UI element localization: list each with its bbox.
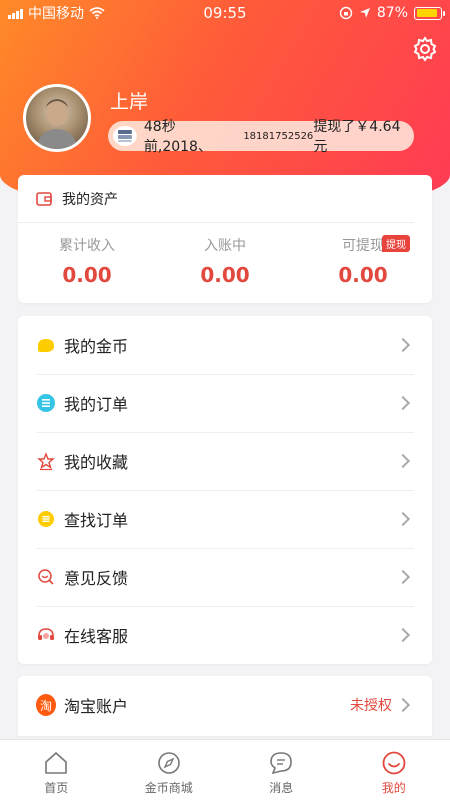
settings-gear-icon[interactable] (412, 36, 438, 62)
avatar-photo (36, 99, 78, 149)
menu-item-customer-service[interactable]: 在线客服 (18, 606, 432, 664)
wifi-icon (89, 7, 105, 19)
assets-card: 我的资产 累计收入 0.00 入账中 0.00 可提现 提现 0.00 (18, 175, 432, 303)
taobao-account-row[interactable]: 淘 淘宝账户 未授权 (18, 676, 432, 734)
carrier-label: 中国移动 (28, 6, 84, 22)
signal-icon (8, 7, 23, 19)
menu-item-label: 在线客服 (64, 627, 129, 646)
feedback-icon (36, 567, 56, 587)
chevron-right-icon (395, 511, 411, 527)
asset-withdrawable[interactable]: 可提现 提现 0.00 (294, 235, 432, 287)
card-stack-icon (112, 126, 137, 146)
asset-pending: 入账中 0.00 (156, 235, 294, 287)
clock: 09:55 (203, 4, 247, 22)
order-icon (36, 393, 56, 413)
menu-item-my-coins[interactable]: 我的金币 (18, 316, 432, 374)
message-icon (270, 752, 293, 775)
chevron-right-icon (395, 453, 411, 469)
withdraw-ticker: 48秒前,2018、 18181752526 提现了￥4.64元 (108, 119, 414, 155)
chevron-right-icon (395, 337, 411, 353)
asset-value: 0.00 (200, 263, 250, 287)
menu-item-find-order[interactable]: 查找订单 (18, 490, 432, 548)
taobao-auth-status: 未授权 (350, 698, 392, 714)
battery-level (416, 9, 437, 17)
smile-icon (382, 751, 406, 775)
chevron-right-icon (395, 627, 411, 643)
menu-item-my-favorites[interactable]: 我的收藏 (18, 432, 432, 490)
username: 上岸 (110, 91, 149, 113)
home-icon (45, 752, 68, 774)
menu-item-label: 查找订单 (64, 511, 129, 530)
battery-percent: 87% (376, 5, 408, 21)
menu-item-label: 意见反馈 (64, 569, 129, 588)
tab-label: 我的 (381, 781, 406, 795)
assets-title: 我的资产 (62, 191, 118, 208)
customer-service-icon (36, 625, 56, 645)
chevron-right-icon (395, 697, 411, 713)
avatar[interactable] (23, 84, 91, 152)
tab-mine[interactable]: 我的 (338, 740, 450, 800)
location-icon (359, 8, 370, 18)
asset-value: 0.00 (338, 263, 388, 287)
compass-icon (157, 752, 180, 774)
asset-label: 可提现 (342, 238, 384, 254)
wallet-icon (36, 191, 52, 206)
taobao-label: 淘宝账户 (64, 697, 129, 716)
taobao-icon: 淘 (36, 694, 56, 716)
menu-item-my-orders[interactable]: 我的订单 (18, 374, 432, 432)
tab-coin-mall[interactable]: 金币商城 (113, 740, 226, 800)
menu-item-feedback[interactable]: 意见反馈 (18, 548, 432, 606)
withdraw-badge[interactable]: 提现 (382, 235, 410, 252)
tab-label: 金币商城 (144, 781, 193, 795)
taobao-account-card: 淘 淘宝账户 未授权 (18, 676, 432, 736)
find-order-icon (36, 509, 56, 529)
status-bar: 中国移动 09:55 87% (0, 0, 450, 26)
taobao-icon-wrap: 淘 (36, 694, 56, 716)
battery-icon (414, 6, 445, 20)
ticker-prefix: 48秒前,2018、 (143, 119, 212, 155)
asset-label: 入账中 (204, 238, 246, 254)
menu-item-label: 我的金币 (64, 337, 129, 356)
menu-item-label: 我的收藏 (64, 453, 129, 472)
ticker-suffix: 提现了￥4.64元 (313, 119, 401, 155)
menu-item-label: 我的订单 (64, 395, 129, 414)
favorite-icon (36, 451, 56, 471)
asset-total-income: 累计收入 0.00 (18, 235, 156, 287)
ticker-phone: 18181752526 (243, 130, 314, 142)
bottom-tab-bar: 首页 金币商城 消息 我的 (0, 739, 450, 800)
menu-card: 我的金币 我的订单 我的收藏 查找订单 意见反馈 在线客服 (18, 316, 432, 664)
chevron-right-icon (395, 569, 411, 585)
coin-icon (36, 335, 56, 355)
tab-label: 消息 (269, 781, 294, 795)
tab-label: 首页 (44, 781, 69, 795)
tab-messages[interactable]: 消息 (225, 740, 338, 800)
tab-home[interactable]: 首页 (0, 740, 113, 800)
asset-value: 0.00 (62, 263, 112, 287)
asset-label: 累计收入 (59, 238, 115, 254)
chevron-right-icon (395, 395, 411, 411)
rotation-lock-icon (339, 6, 353, 20)
